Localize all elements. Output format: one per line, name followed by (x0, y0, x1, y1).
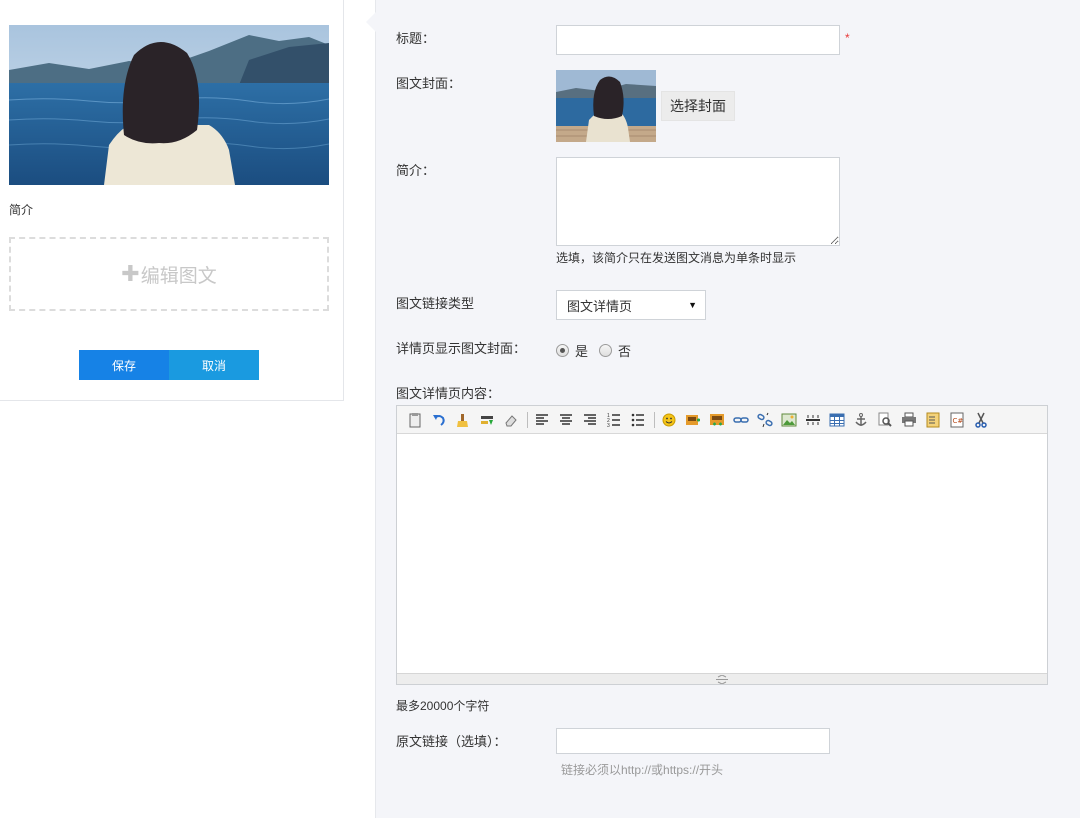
svg-text:C#: C# (953, 417, 964, 425)
unordered-list-icon[interactable] (628, 410, 648, 430)
emoji-icon[interactable] (659, 410, 679, 430)
source-link-hint: 链接必须以http://或https://开头 (561, 763, 724, 777)
link-type-selected: 图文详情页 (567, 298, 633, 314)
cover-image (9, 25, 329, 185)
link-type-label: 图文链接类型 (396, 296, 475, 311)
link-icon[interactable] (731, 410, 751, 430)
rich-text-editor: 123 C# (396, 405, 1048, 685)
source-link-label: 原文链接（选填）： (396, 734, 507, 749)
required-mark: * (845, 31, 850, 45)
toolbar-separator (654, 411, 655, 428)
save-button[interactable]: 保存 (79, 350, 169, 380)
source-link-input[interactable] (556, 728, 830, 754)
svg-text:3: 3 (607, 423, 610, 428)
show-cover-label: 详情页显示图文封面： (396, 341, 527, 356)
undo-icon[interactable] (429, 410, 449, 430)
highlight-icon[interactable] (477, 410, 497, 430)
radio-no[interactable] (599, 344, 612, 357)
show-cover-yes-option[interactable]: 是 (556, 341, 588, 360)
content-label: 图文详情页内容： (396, 386, 501, 401)
align-right-icon[interactable] (580, 410, 600, 430)
summary-hint: 选填，该简介只在发送图文消息为单条时显示 (556, 251, 797, 265)
edit-article-label: 编辑图文 (140, 265, 217, 287)
content-limit-hint: 最多20000个字符 (396, 699, 490, 713)
editor-content-area[interactable] (397, 434, 1047, 673)
edit-article-box[interactable]: ✚ 编辑图文 (9, 237, 329, 311)
anchor-icon[interactable] (851, 410, 871, 430)
editor-resize-handle[interactable] (397, 673, 1047, 684)
title-input[interactable] (556, 25, 840, 55)
show-cover-no-option[interactable]: 否 (599, 341, 631, 360)
resize-grip-icon (716, 674, 728, 684)
pointer-arrow (366, 12, 376, 32)
template-icon[interactable] (923, 410, 943, 430)
radio-no-label: 否 (618, 344, 632, 359)
unlink-icon[interactable] (755, 410, 775, 430)
insert-multi-image-icon[interactable] (707, 410, 727, 430)
table-icon[interactable] (827, 410, 847, 430)
image-icon[interactable] (779, 410, 799, 430)
cut-icon[interactable] (971, 410, 991, 430)
toolbar-separator (527, 411, 528, 428)
align-center-icon[interactable] (556, 410, 576, 430)
code-icon[interactable]: C# (947, 410, 967, 430)
preview-summary: 简介 (9, 203, 34, 217)
choose-cover-button[interactable]: 选择封面 (661, 91, 735, 121)
format-painter-icon[interactable] (453, 410, 473, 430)
link-type-select[interactable]: 图文详情页 ▼ (556, 290, 706, 320)
cancel-button[interactable]: 取消 (169, 350, 259, 380)
cover-thumbnail (556, 70, 656, 142)
radio-yes-label: 是 (575, 344, 589, 359)
preview-icon[interactable] (875, 410, 895, 430)
print-icon[interactable] (899, 410, 919, 430)
summary-label: 简介： (396, 163, 436, 178)
article-preview-card: 简介 ✚ 编辑图文 保存 取消 (0, 0, 344, 401)
insert-image-icon[interactable] (683, 410, 703, 430)
ordered-list-icon[interactable]: 123 (604, 410, 624, 430)
align-left-icon[interactable] (532, 410, 552, 430)
paste-icon[interactable] (405, 410, 425, 430)
cover-label: 图文封面： (396, 76, 462, 91)
title-label: 标题： (396, 31, 436, 46)
radio-yes[interactable] (556, 344, 569, 357)
summary-textarea[interactable] (556, 157, 840, 246)
editor-toolbar: 123 C# (397, 406, 1047, 434)
caret-down-icon: ▼ (688, 300, 697, 310)
eraser-icon[interactable] (501, 410, 521, 430)
plus-icon: ✚ (121, 261, 140, 286)
horizontal-rule-icon[interactable] (803, 410, 823, 430)
